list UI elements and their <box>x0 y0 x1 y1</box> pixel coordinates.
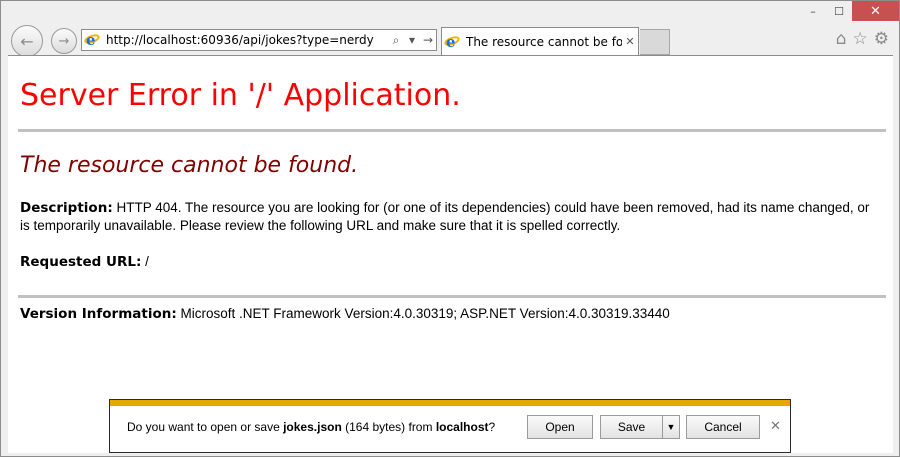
requested-url-paragraph: Requested URL: / <box>20 253 880 271</box>
window-controls: – ☐ ✕ <box>800 1 899 23</box>
back-button[interactable]: ← <box>11 25 43 57</box>
settings-gear-icon[interactable]: ⚙ <box>874 29 889 49</box>
description-paragraph: Description: HTTP 404. The resource you … <box>20 199 880 235</box>
close-notification-icon[interactable]: ✕ <box>770 419 781 434</box>
cancel-button[interactable]: Cancel <box>686 415 760 439</box>
version-text: Microsoft .NET Framework Version:4.0.303… <box>180 306 670 321</box>
address-bar[interactable]: e http://localhost:60936/api/jokes?type=… <box>81 29 437 51</box>
close-window-button[interactable]: ✕ <box>852 1 899 21</box>
version-paragraph: Version Information: Microsoft .NET Fram… <box>20 305 880 323</box>
browser-window: – ☐ ✕ ← → e http://localhost:60936/api/j… <box>0 0 900 457</box>
divider <box>18 295 886 298</box>
download-message: Do you want to open or save jokes.json (… <box>127 420 496 434</box>
error-subheading: The resource cannot be found. <box>20 153 359 178</box>
open-button[interactable]: Open <box>527 415 593 439</box>
ie-logo-icon: e <box>83 31 101 49</box>
divider <box>18 129 886 132</box>
download-notification-bar: Do you want to open or save jokes.json (… <box>109 399 791 453</box>
search-icon[interactable]: ⌕ <box>388 33 404 48</box>
page-content: Server Error in '/' Application. The res… <box>8 55 893 453</box>
download-host: localhost <box>435 420 489 434</box>
page-title: Server Error in '/' Application. <box>20 78 461 113</box>
go-arrow-icon[interactable]: → <box>420 33 436 47</box>
favorites-star-icon[interactable]: ☆ <box>853 29 868 49</box>
forward-arrow-icon: → <box>58 33 70 49</box>
tab-close-icon[interactable]: ✕ <box>622 35 638 48</box>
new-tab-button[interactable] <box>640 29 670 55</box>
minimize-button[interactable]: – <box>800 1 826 21</box>
tab-ie-logo-icon: e <box>443 33 461 51</box>
version-label: Version Information: <box>20 306 177 322</box>
forward-button[interactable]: → <box>51 28 77 54</box>
description-label: Description: <box>20 200 113 216</box>
requested-url-label: Requested URL: <box>20 254 142 270</box>
address-url[interactable]: http://localhost:60936/api/jokes?type=ne… <box>106 33 388 47</box>
maximize-button[interactable]: ☐ <box>826 1 852 21</box>
browser-tools: ⌂ ☆ ⚙ <box>836 29 889 49</box>
back-arrow-icon: ← <box>20 31 34 51</box>
save-button[interactable]: Save <box>600 415 662 439</box>
save-dropdown-button[interactable]: ▼ <box>662 415 680 439</box>
dropdown-arrow-icon: ▼ <box>666 422 676 432</box>
tab-active[interactable]: e The resource cannot be fou... ✕ <box>441 27 639 55</box>
requested-url-value: / <box>145 254 149 269</box>
address-dropdown-icon[interactable]: ▾ <box>404 33 420 47</box>
download-filename: jokes.json <box>283 420 342 434</box>
notification-accent-strip <box>110 400 790 406</box>
home-icon[interactable]: ⌂ <box>836 29 847 49</box>
description-text: HTTP 404. The resource you are looking f… <box>20 200 870 233</box>
tab-title: The resource cannot be fou... <box>466 34 622 49</box>
